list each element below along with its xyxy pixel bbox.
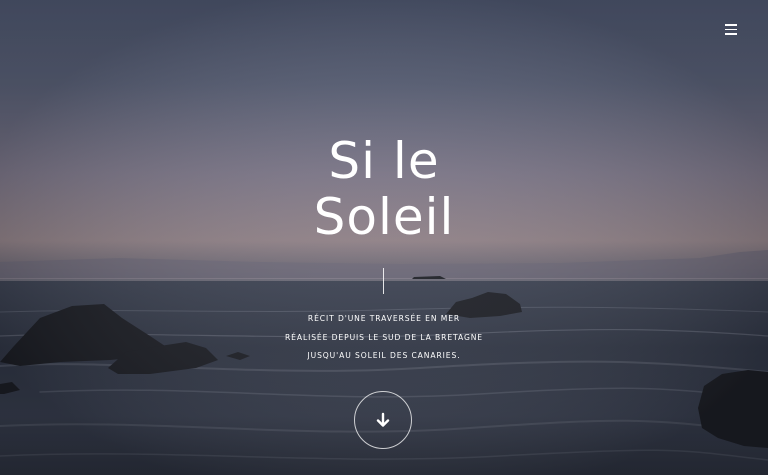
- arrow-down-icon: [376, 412, 390, 427]
- description-line: RÉCIT D'UNE TRAVERSÉE EN MER: [307, 314, 461, 323]
- scroll-down-button[interactable]: [354, 391, 412, 449]
- hamburger-menu-icon-bar: [725, 28, 737, 30]
- hero-section: Si le Soleil RÉCIT D'UNE TRAVERSÉE EN ME…: [0, 0, 768, 475]
- description-line: RÉALISÉE DEPUIS LE SUD DE LA BRETAGNE: [284, 332, 484, 342]
- hamburger-menu-icon: [725, 24, 737, 26]
- hamburger-menu-icon-bar: [725, 33, 737, 35]
- page-title: Si le Soleil: [234, 133, 534, 245]
- title-line: Si le: [328, 132, 440, 190]
- vertical-divider: [383, 268, 384, 294]
- menu-button[interactable]: [716, 18, 746, 42]
- description-line: JUSQU'AU SOLEIL DES CANARIES.: [307, 351, 461, 360]
- title-line: Soleil: [313, 188, 455, 246]
- hero-description: RÉCIT D'UNE TRAVERSÉE EN MER RÉALISÉE DE…: [234, 310, 534, 366]
